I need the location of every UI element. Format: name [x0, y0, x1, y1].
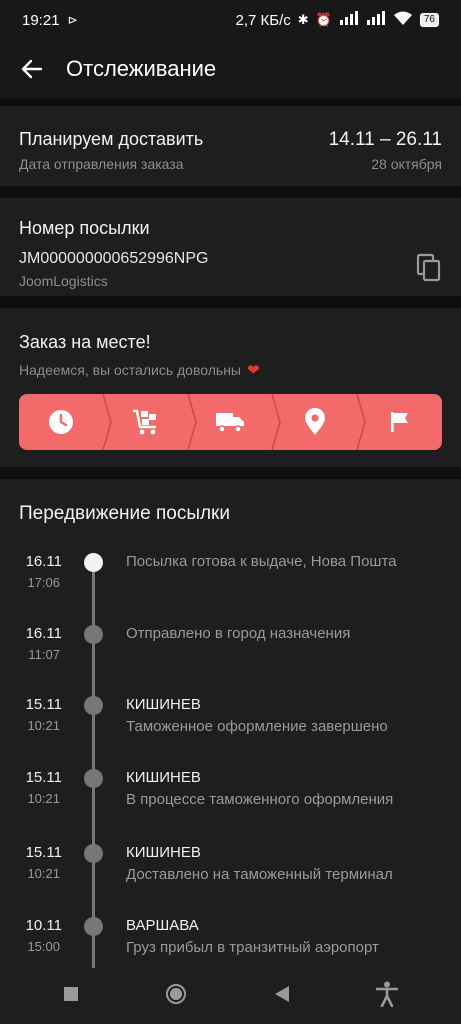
event-date: 16.11: [25, 625, 62, 642]
timeline-dot-current: [84, 553, 103, 572]
order-progress-bar: [19, 394, 442, 450]
truck-icon: [216, 413, 245, 433]
event-text: Груз прибыл в транзитный аэропорт: [126, 939, 379, 956]
triangle-back-icon: [274, 985, 289, 1002]
timeline-event: 15.11 10:21 КИШИНЕВ Таможенное оформлени…: [0, 694, 461, 754]
event-text: В процессе таможенного оформления: [126, 791, 394, 808]
accessibility-icon: [375, 981, 399, 1007]
event-time: 17:06: [27, 575, 60, 590]
app-bar: Отслеживание: [0, 40, 461, 98]
system-back-button[interactable]: [274, 985, 290, 1008]
location-pin-icon: [305, 408, 326, 435]
event-text: Таможенное оформление завершено: [126, 718, 388, 735]
timeline-event: 16.11 17:06 Посылка готова к выдаче, Нов…: [0, 551, 461, 611]
movement-card: Передвижение посылки 16.11 17:06 Посылка…: [0, 479, 461, 1024]
timeline-dot: [84, 769, 103, 788]
event-date: 16.11: [25, 553, 62, 570]
timeline-dot: [84, 844, 103, 863]
step-shipping: [188, 394, 273, 450]
bluetooth-icon: ✱: [297, 12, 309, 27]
recents-button[interactable]: [63, 986, 79, 1007]
status-bar: 19:21 ⊳ 2,7 КБ/с ✱ ⏰ 76: [0, 0, 461, 40]
accessibility-button[interactable]: [375, 981, 399, 1012]
timeline-dot: [84, 625, 103, 644]
arrow-left-icon: [21, 59, 43, 79]
status-time: 19:21: [22, 11, 60, 29]
order-status-subtitle: Надеемся, вы остались довольны: [19, 362, 241, 378]
order-status-card: Заказ на месте! Надеемся, вы остались до…: [0, 308, 461, 467]
parcel-card: Номер посылки JM000000000652996NPG JoomL…: [0, 198, 461, 296]
step-ordered: [19, 394, 104, 450]
ship-date-label: Дата отправления заказа: [19, 156, 184, 172]
carrier-name: JoomLogistics: [19, 273, 108, 289]
movement-title: Передвижение посылки: [19, 503, 230, 524]
signal-icon: [339, 11, 359, 29]
system-nav-bar: [0, 968, 461, 1024]
parcel-label: Номер посылки: [19, 218, 150, 238]
circle-icon: [166, 983, 187, 1004]
flag-icon: [390, 412, 408, 432]
event-location: КИШИНЕВ: [126, 769, 201, 786]
delivery-card: Планируем доставить 14.11 – 26.11 Дата о…: [0, 106, 461, 186]
event-location: КИШИНЕВ: [126, 696, 201, 713]
timeline-event: 16.11 11:07 Отправлено в город назначени…: [0, 623, 461, 683]
media-icon: ⊳: [67, 13, 78, 27]
event-time: 15:00: [27, 939, 60, 954]
page-title: Отслеживание: [66, 56, 217, 81]
network-speed: 2,7 КБ/с: [235, 11, 291, 29]
event-date: 15.11: [25, 769, 62, 786]
ship-date: 28 октября: [371, 156, 442, 172]
copy-icon: [416, 253, 441, 282]
event-text: Посылка готова к выдаче, Нова Пошта: [126, 553, 397, 570]
step-delivered: [357, 394, 442, 450]
tracking-number: JM000000000652996NPG: [19, 250, 209, 267]
wifi-icon: [393, 11, 413, 30]
event-date: 10.11: [25, 917, 62, 934]
back-button[interactable]: [0, 40, 66, 98]
timeline-event: 15.11 10:21 КИШИНЕВ В процессе таможенно…: [0, 767, 461, 827]
timeline-event: 10.11 15:00 ВАРШАВА Груз прибыл в транзи…: [0, 915, 461, 975]
event-location: ВАРШАВА: [126, 917, 199, 934]
order-status-title: Заказ на месте!: [19, 332, 151, 352]
timeline-dot: [84, 696, 103, 715]
event-time: 10:21: [27, 791, 60, 806]
event-text: Доставлено на таможенный терминал: [126, 866, 393, 883]
timeline-dot: [84, 917, 103, 936]
step-arrived: [273, 394, 358, 450]
clock-icon: [49, 410, 74, 434]
delivery-label: Планируем доставить: [19, 129, 204, 149]
cart-icon: [132, 409, 156, 435]
heart-icon: ❤: [246, 362, 260, 379]
delivery-date-range: 14.11 – 26.11: [328, 129, 442, 150]
event-time: 11:07: [28, 647, 60, 662]
event-date: 15.11: [25, 696, 62, 713]
battery-icon: 76: [419, 13, 439, 27]
event-text: Отправлено в город назначения: [126, 625, 351, 642]
event-date: 15.11: [25, 844, 62, 861]
event-location: КИШИНЕВ: [126, 844, 201, 861]
square-icon: [64, 986, 79, 1001]
signal-icon-2: [366, 11, 386, 29]
copy-button[interactable]: [415, 253, 443, 283]
event-time: 10:21: [27, 718, 60, 733]
home-button[interactable]: [165, 983, 187, 1010]
timeline-event: 15.11 10:21 КИШИНЕВ Доставлено на таможе…: [0, 842, 461, 902]
event-time: 10:21: [27, 866, 60, 881]
alarm-icon: ⏰: [315, 12, 332, 27]
step-packed: [104, 394, 189, 450]
